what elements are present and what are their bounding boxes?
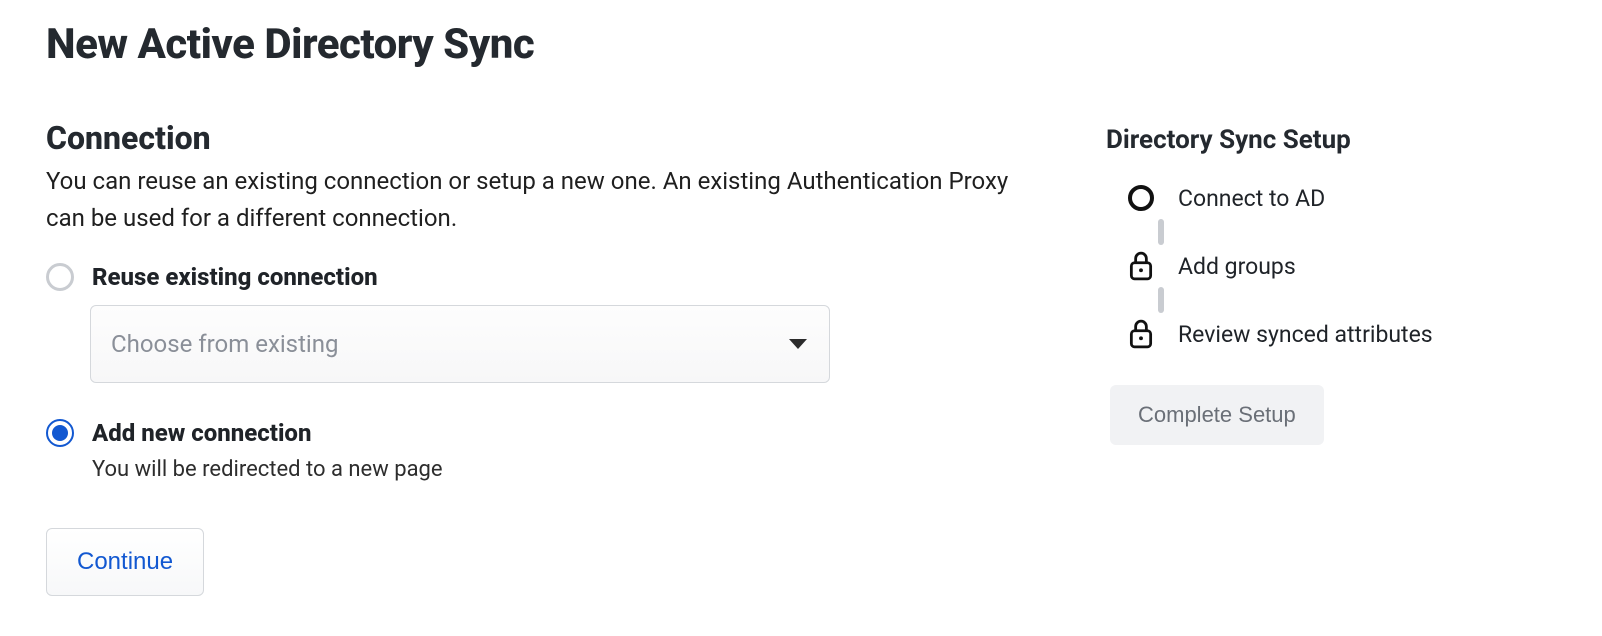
radio-add-new[interactable]: Add new connection <box>46 419 1026 447</box>
continue-button[interactable]: Continue <box>46 528 204 596</box>
step-add-groups: Add groups <box>1126 251 1556 281</box>
layout-container: Connection You can reuse an existing con… <box>46 119 1556 596</box>
existing-connection-select[interactable]: Choose from existing <box>90 305 830 383</box>
connection-heading: Connection <box>46 119 1026 157</box>
existing-select-wrap: Choose from existing <box>90 305 1026 383</box>
lock-icon <box>1126 251 1156 281</box>
page-title: New Active Directory Sync <box>46 20 1556 69</box>
circle-icon <box>1126 183 1156 213</box>
radio-reuse-label: Reuse existing connection <box>92 263 378 291</box>
radio-unselected-icon <box>46 263 74 291</box>
complete-setup-button[interactable]: Complete Setup <box>1110 385 1324 445</box>
step-connector <box>1158 219 1164 245</box>
radio-reuse-existing[interactable]: Reuse existing connection <box>46 263 1026 291</box>
select-placeholder: Choose from existing <box>111 330 338 358</box>
radio-selected-icon <box>46 419 74 447</box>
main-column: Connection You can reuse an existing con… <box>46 119 1026 596</box>
step-label: Add groups <box>1178 253 1296 280</box>
setup-steps: Connect to AD Add groups <box>1106 183 1556 349</box>
radio-add-new-hint: You will be redirected to a new page <box>92 457 1026 482</box>
step-connector <box>1158 287 1164 313</box>
radio-selected-dot-icon <box>52 425 68 441</box>
radio-add-new-label: Add new connection <box>92 419 311 447</box>
setup-title: Directory Sync Setup <box>1106 125 1556 155</box>
connection-description: You can reuse an existing connection or … <box>46 163 1026 237</box>
step-connect-to-ad: Connect to AD <box>1126 183 1556 213</box>
side-column: Directory Sync Setup Connect to AD Add g <box>1106 119 1556 445</box>
step-label: Review synced attributes <box>1178 321 1433 348</box>
step-review-attributes: Review synced attributes <box>1126 319 1556 349</box>
lock-icon <box>1126 319 1156 349</box>
caret-down-icon <box>789 339 807 349</box>
step-label: Connect to AD <box>1178 185 1325 212</box>
